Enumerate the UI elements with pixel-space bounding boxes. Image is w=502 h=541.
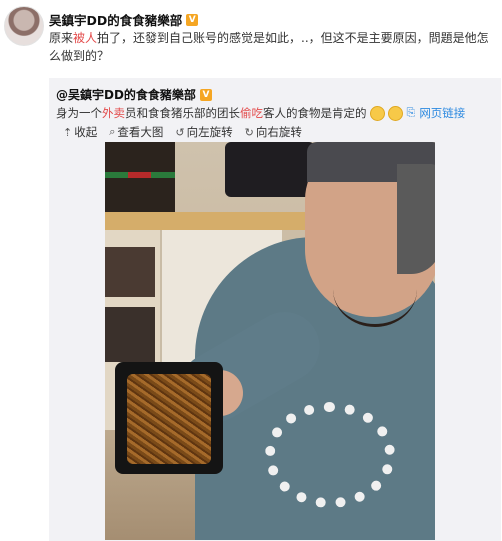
avatar[interactable]: [4, 6, 44, 46]
rotate-right-label: 向右旋转: [255, 125, 302, 139]
post-author[interactable]: 吴鎮宇DD的食食豬樂部 V: [49, 10, 199, 29]
quoted-post: @吴鎮宇DD的食食豬樂部 V 身为一个 外卖 员和食食猪乐部的团长 偷吃 客人的…: [49, 78, 501, 541]
rotate-right-button[interactable]: ↻ 向右旋转: [245, 124, 302, 140]
photo-bag: [105, 142, 175, 214]
rotate-right-icon: ↻: [244, 125, 254, 139]
quoted-author[interactable]: @吴鎮宇DD的食食豬樂部 V: [56, 86, 212, 103]
photo-cabinet-top: [105, 212, 315, 230]
rotate-left-label: 向左旋转: [186, 125, 233, 139]
quoted-text: 身为一个 外卖 员和食食猪乐部的团长 偷吃 客人的食物是肯定的 ⎘ 网页链接: [56, 104, 465, 122]
view-large-button[interactable]: ⌕ 查看大图: [109, 124, 163, 140]
quoted-text-part1: 身为一个: [56, 106, 102, 120]
view-large-label: 查看大图: [117, 125, 164, 139]
thumbs-up-emoji-icon: [369, 105, 385, 121]
quoted-text-part3: 客人的食物是肯定的: [263, 106, 367, 120]
post-text-part1: 原来: [49, 31, 74, 45]
quoted-author-name[interactable]: @吴鎮宇DD的食食豬樂部: [56, 86, 196, 103]
photo-folded-clothes: [225, 142, 315, 197]
arrow-up-icon: ⇡: [63, 125, 73, 139]
photo-bead-bracelets: [265, 402, 395, 508]
collapse-label: 收起: [74, 125, 98, 139]
rotate-left-button[interactable]: ↺ 向左旋转: [175, 124, 232, 140]
post-text-part2: 拍了，还發到自己账号的感觉是如此，..，但这不是主要原因，問題是他怎么做到的？: [49, 31, 489, 63]
collapse-button[interactable]: ⇡ 收起: [63, 124, 97, 140]
verified-badge-icon: V: [186, 13, 199, 26]
quoted-text-part2: 员和食食猪乐部的团长: [125, 106, 240, 120]
post-text-highlight: 被人: [73, 31, 98, 45]
author-name[interactable]: 吴鎮宇DD的食食豬樂部: [49, 10, 182, 29]
post-text: 原来被人拍了，还發到自己账号的感觉是如此，..，但这不是主要原因，問題是他怎么做…: [49, 29, 489, 65]
post-photo[interactable]: [105, 142, 435, 540]
photo-shelf-item: [105, 307, 155, 362]
photo-shelf-item: [105, 247, 155, 297]
photo-food: [127, 374, 211, 464]
image-toolbar: ⇡ 收起 ⌕ 查看大图 ↺ 向左旋转 ↻ 向右旋转: [63, 124, 302, 140]
quoted-text-highlight2: 偷吃: [240, 106, 263, 120]
magnifier-icon: ⌕: [109, 125, 116, 138]
verified-badge-icon: V: [199, 88, 212, 101]
web-link[interactable]: 网页链接: [419, 104, 465, 122]
photo-necklace: [333, 252, 417, 327]
rotate-left-icon: ↺: [175, 125, 185, 139]
link-icon: ⎘: [406, 106, 416, 119]
quoted-text-highlight1: 外卖: [102, 106, 125, 120]
smile-emoji-icon: [387, 105, 403, 121]
photo-bag-stripe: [105, 172, 175, 178]
